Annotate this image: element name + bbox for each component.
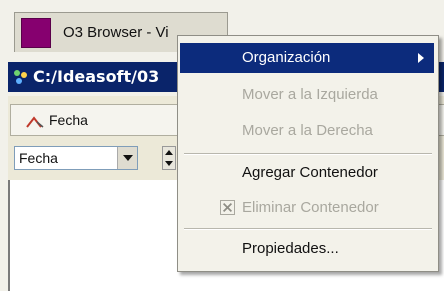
menu-item-label: Propiedades... bbox=[242, 240, 339, 257]
menu-item-label: Agregar Contenedor bbox=[242, 164, 378, 181]
window-path: C:/Ideasoft/03 bbox=[33, 67, 160, 86]
menu-separator bbox=[184, 228, 432, 230]
spinner-arrows-icon bbox=[165, 150, 173, 166]
menu-item-label: Organización bbox=[242, 49, 331, 66]
field-spinner[interactable] bbox=[162, 146, 176, 170]
delete-x-icon bbox=[220, 200, 235, 215]
field-select-dropdown-button[interactable] bbox=[117, 147, 137, 169]
chevron-down-icon bbox=[123, 155, 133, 161]
menu-item-mover-izquierda[interactable]: Mover a la Izquierda bbox=[180, 80, 434, 110]
sort-fecha-label: Fecha bbox=[49, 112, 88, 128]
taskbar-button-label: O3 Browser - Vi bbox=[63, 24, 169, 41]
field-select[interactable]: Fecha bbox=[14, 146, 138, 170]
sort-fecha-button[interactable]: Fecha bbox=[10, 104, 180, 136]
menu-separator bbox=[184, 153, 432, 155]
menu-item-eliminar-contenedor[interactable]: Eliminar Contenedor bbox=[180, 193, 434, 223]
menu-item-label: Eliminar Contenedor bbox=[242, 199, 379, 216]
context-menu: Organización Mover a la Izquierda Mover … bbox=[177, 35, 439, 272]
menu-item-mover-derecha[interactable]: Mover a la Derecha bbox=[180, 116, 434, 146]
field-select-value: Fecha bbox=[19, 150, 58, 166]
menu-item-label: Mover a la Derecha bbox=[242, 122, 373, 139]
o3-logo-icon bbox=[14, 70, 27, 84]
menu-item-label: Mover a la Izquierda bbox=[242, 86, 378, 103]
sort-triangle-icon bbox=[26, 116, 44, 128]
submenu-arrow-icon bbox=[418, 53, 424, 63]
menu-item-agregar-contenedor[interactable]: Agregar Contenedor bbox=[180, 158, 434, 188]
app-color-icon bbox=[21, 18, 51, 48]
menu-item-organizacion[interactable]: Organización bbox=[180, 43, 434, 73]
menu-item-propiedades[interactable]: Propiedades... bbox=[180, 234, 434, 264]
